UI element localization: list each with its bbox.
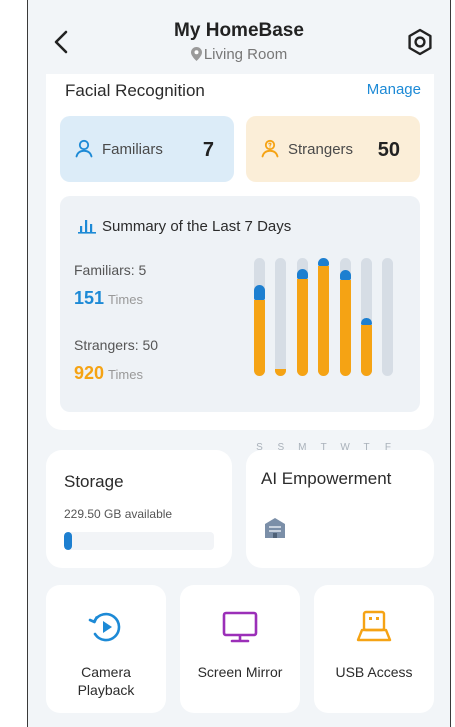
storage-usage-bar [64, 532, 214, 550]
bar-track [339, 258, 351, 376]
location-pin-icon [190, 47, 202, 61]
settings-icon[interactable] [406, 28, 434, 56]
familiar-person-icon [75, 139, 93, 158]
familiars-box[interactable]: Familiars 7 [60, 116, 234, 182]
bar-strangers [339, 280, 351, 376]
manage-link[interactable]: Manage [367, 81, 421, 98]
bar-strangers [318, 266, 330, 376]
camera-playback-icon [88, 612, 121, 642]
screen-mirror-icon [222, 611, 258, 643]
strangers-times: 920 Times [74, 363, 143, 384]
ai-empowerment-title: AI Empowerment [261, 469, 392, 488]
weekly-bar-chart: SSMTWTF [254, 258, 404, 453]
strangers-times-unit: Times [108, 367, 143, 382]
strangers-summary-label: Strangers: 50 [74, 337, 159, 353]
strangers-count: 50 [377, 139, 400, 161]
strangers-box[interactable]: Strangers 50 [246, 116, 420, 182]
strangers-label: Strangers [288, 141, 354, 158]
familiars-summary-label: Familiars: 5 [74, 262, 147, 278]
stranger-person-icon [261, 139, 279, 158]
storage-card[interactable]: Storage 229.50 GB available [46, 450, 232, 568]
storage-usage-fill [64, 532, 72, 550]
strangers-times-value: 920 [74, 363, 105, 383]
bar-track [361, 258, 372, 376]
bar-strangers [254, 300, 265, 376]
usb-access-label: USB Access [335, 664, 413, 680]
summary-title: Summary of the Last 7 Days [102, 218, 292, 235]
bar-strangers [361, 325, 372, 376]
bar-track [296, 258, 308, 376]
homebase-device-icon [265, 518, 285, 538]
familiars-label: Familiars [102, 141, 163, 158]
bar-strangers [296, 279, 308, 376]
bar-track [382, 258, 394, 376]
bar-familiars [339, 269, 351, 281]
ai-empowerment-card[interactable]: AI Empowerment [246, 450, 434, 568]
storage-available: 229.50 GB available [64, 507, 173, 521]
phone-screen: My HomeBase Living Room Facial Recogniti… [27, 0, 451, 727]
camera-playback-label: Camera Playback [77, 664, 135, 698]
usb-access-icon [356, 610, 392, 642]
familiars-count: 7 [202, 139, 214, 161]
bar-familiars [318, 258, 330, 267]
facial-recognition-card: Facial Recognition Manage Familiars 7 St… [46, 74, 434, 453]
bar-familiars [361, 318, 372, 326]
bar-familiars [254, 285, 265, 301]
storage-title: Storage [64, 472, 124, 491]
screen-mirror-label: Screen Mirror [197, 664, 283, 680]
page-title: My HomeBase [174, 20, 304, 41]
bar-strangers [275, 368, 287, 376]
bar-track [275, 258, 287, 376]
facial-recognition-title: Facial Recognition [65, 81, 205, 100]
screen-mirror-tile[interactable]: Screen Mirror [180, 585, 300, 713]
location-label: Living Room [203, 46, 288, 63]
header: My HomeBase Living Room [28, 0, 450, 72]
bar-track [254, 258, 265, 376]
bar-familiars [296, 268, 308, 280]
usb-access-tile[interactable]: USB Access [314, 585, 434, 713]
bar-track [318, 258, 330, 376]
location-subtitle: Living Room [28, 46, 450, 63]
bar-chart-icon [78, 220, 96, 234]
familiars-times-unit: Times [108, 292, 143, 307]
camera-playback-tile[interactable]: Camera Playback [46, 585, 166, 713]
weekly-summary-panel[interactable]: Summary of the Last 7 Days Familiars: 5 … [60, 196, 420, 453]
familiars-times-value: 151 [74, 288, 105, 308]
familiars-times: 151 Times [74, 288, 143, 309]
